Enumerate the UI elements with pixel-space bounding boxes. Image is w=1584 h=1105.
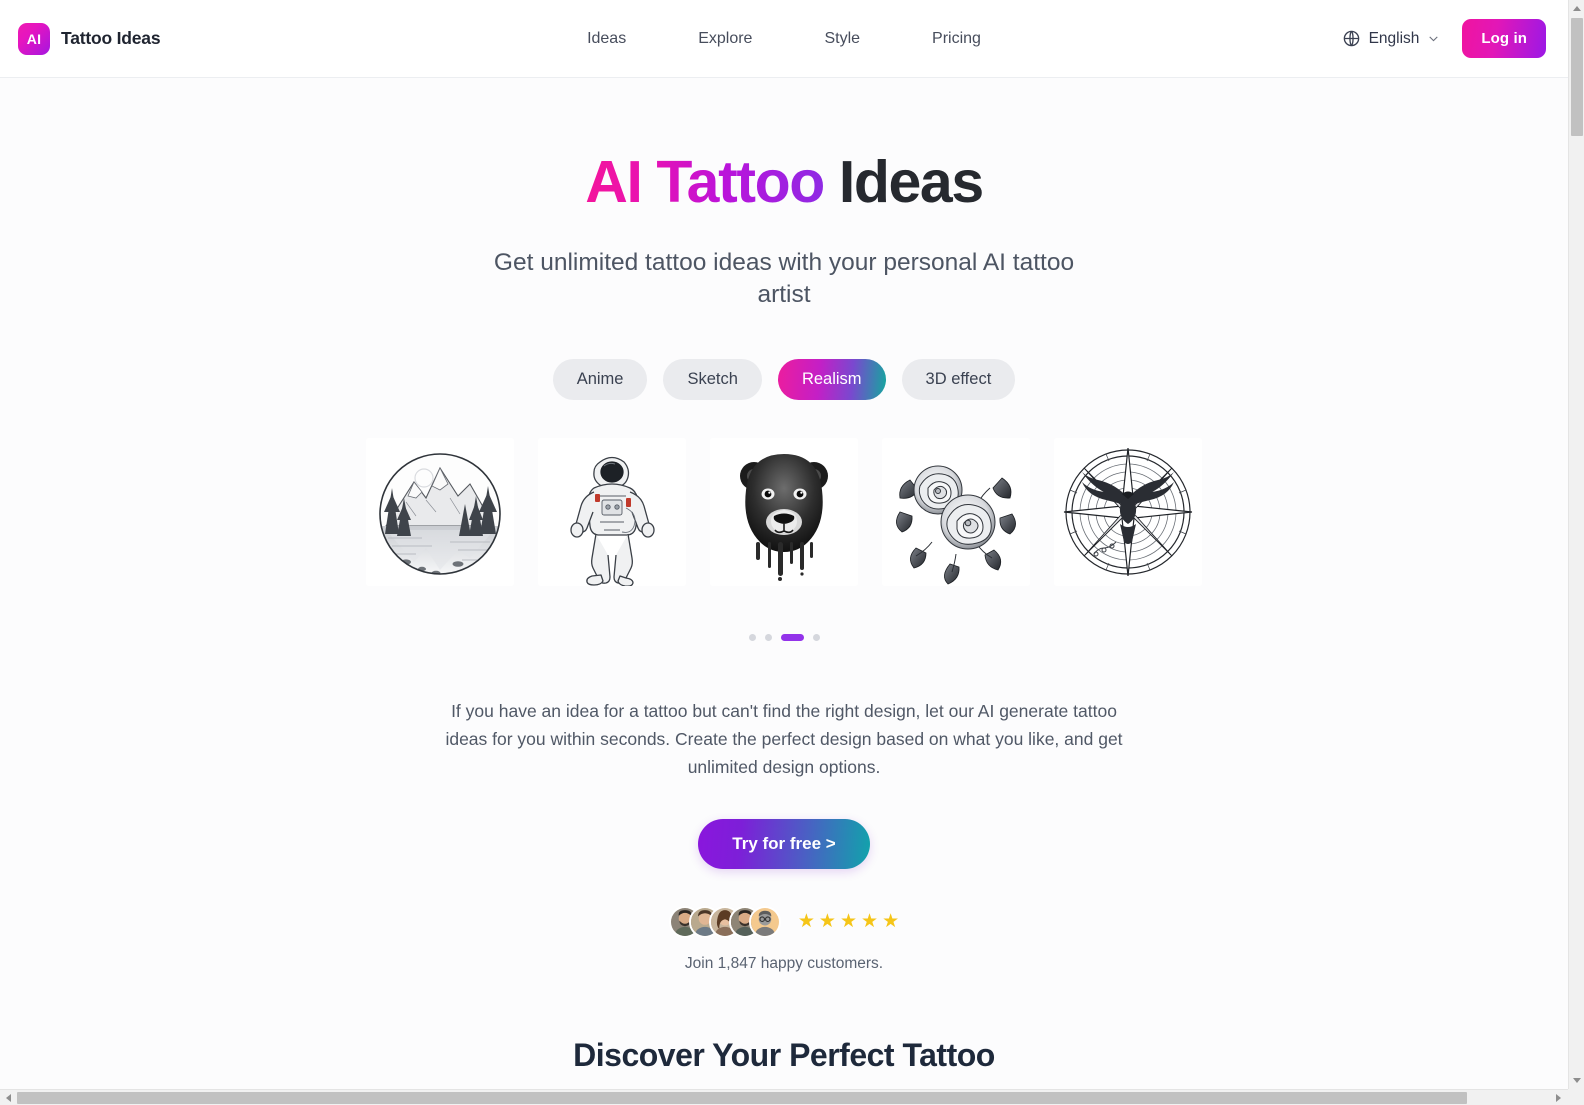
hero-subtitle: Get unlimited tattoo ideas with your per… xyxy=(493,248,1075,309)
avatar-group xyxy=(668,905,781,938)
scrollbar-corner xyxy=(1568,1089,1584,1105)
header-actions: English Log in xyxy=(1342,19,1546,58)
vertical-scrollbar-thumb[interactable] xyxy=(1571,18,1583,136)
main-navigation: Ideas Explore Style Pricing xyxy=(551,22,1017,56)
nav-item-ideas[interactable]: Ideas xyxy=(551,22,662,56)
carousel-pagination xyxy=(0,633,1568,641)
logo-badge-icon: AI xyxy=(18,22,50,55)
vertical-scrollbar[interactable] xyxy=(1568,0,1584,1089)
star-icon: ★ xyxy=(861,911,879,933)
site-header: AI Tattoo Ideas Ideas Explore Style Pric… xyxy=(0,0,1568,78)
page-content: AI Tattoo Ideas Ideas Explore Style Pric… xyxy=(0,0,1568,1089)
language-selector[interactable]: English xyxy=(1342,29,1441,48)
discover-section: Discover Your Perfect Tattoo xyxy=(0,1037,1568,1089)
carousel-dot-1[interactable] xyxy=(748,633,756,641)
scroll-right-arrow-icon[interactable] xyxy=(1550,1090,1567,1105)
login-button[interactable]: Log in xyxy=(1462,19,1546,58)
cta-container: Try for free > xyxy=(0,818,1568,869)
customer-count-text: Join 1,847 happy customers. xyxy=(684,954,884,972)
bear-portrait-tattoo[interactable] xyxy=(710,437,858,586)
avatar xyxy=(748,905,781,938)
star-icon: ★ xyxy=(882,911,900,933)
rating-stars: ★ ★ ★ ★ ★ xyxy=(798,912,899,931)
nav-item-explore[interactable]: Explore xyxy=(662,22,788,56)
style-pill-realism[interactable]: Realism xyxy=(777,358,886,400)
globe-icon xyxy=(1343,30,1359,47)
carousel-dot-3[interactable] xyxy=(780,633,804,641)
eagle-compass-tattoo[interactable] xyxy=(1054,437,1202,586)
page-title-gradient-part: AI Tattoo xyxy=(585,149,825,215)
roses-tattoo[interactable] xyxy=(882,437,1030,586)
nav-item-style[interactable]: Style xyxy=(788,22,896,56)
nav-item-pricing[interactable]: Pricing xyxy=(896,22,1017,56)
brand-logo[interactable]: AI Tattoo Ideas xyxy=(18,22,161,55)
page-title-plain-part: Ideas xyxy=(838,149,984,215)
scroll-left-arrow-icon[interactable] xyxy=(0,1090,17,1105)
star-icon: ★ xyxy=(839,911,858,933)
chevron-down-icon xyxy=(1429,36,1439,42)
horizontal-scrollbar[interactable] xyxy=(0,1089,1584,1105)
style-pill-3d-effect[interactable]: 3D effect xyxy=(901,358,1016,400)
carousel-dot-2[interactable] xyxy=(764,633,772,641)
style-filter-group: Anime Sketch Realism 3D effect xyxy=(0,358,1568,400)
carousel-dot-4[interactable] xyxy=(812,633,820,641)
browser-viewport: AI Tattoo Ideas Ideas Explore Style Pric… xyxy=(0,0,1584,1105)
page-title: AI Tattoo Ideas xyxy=(0,149,1568,215)
social-proof: ★ ★ ★ ★ ★ xyxy=(0,905,1568,938)
star-icon: ★ xyxy=(797,911,815,933)
star-icon: ★ xyxy=(818,911,836,933)
style-pill-sketch[interactable]: Sketch xyxy=(663,358,762,400)
tattoo-carousel xyxy=(0,437,1568,586)
horizontal-scrollbar-thumb[interactable] xyxy=(17,1092,1467,1104)
hero-description: If you have an idea for a tattoo but can… xyxy=(445,700,1123,778)
astronaut-tattoo[interactable] xyxy=(538,437,686,586)
language-label: English xyxy=(1368,29,1420,47)
discover-title: Discover Your Perfect Tattoo xyxy=(573,1036,995,1073)
try-for-free-button[interactable]: Try for free > xyxy=(698,818,870,869)
scroll-up-arrow-icon[interactable] xyxy=(1569,0,1584,17)
brand-name: Tattoo Ideas xyxy=(61,28,161,48)
style-pill-anime[interactable]: Anime xyxy=(552,358,648,400)
mountain-lake-circle-tattoo[interactable] xyxy=(366,437,514,586)
scroll-down-arrow-icon[interactable] xyxy=(1569,1072,1584,1089)
hero-section: AI Tattoo Ideas Get unlimited tattoo ide… xyxy=(0,78,1568,973)
